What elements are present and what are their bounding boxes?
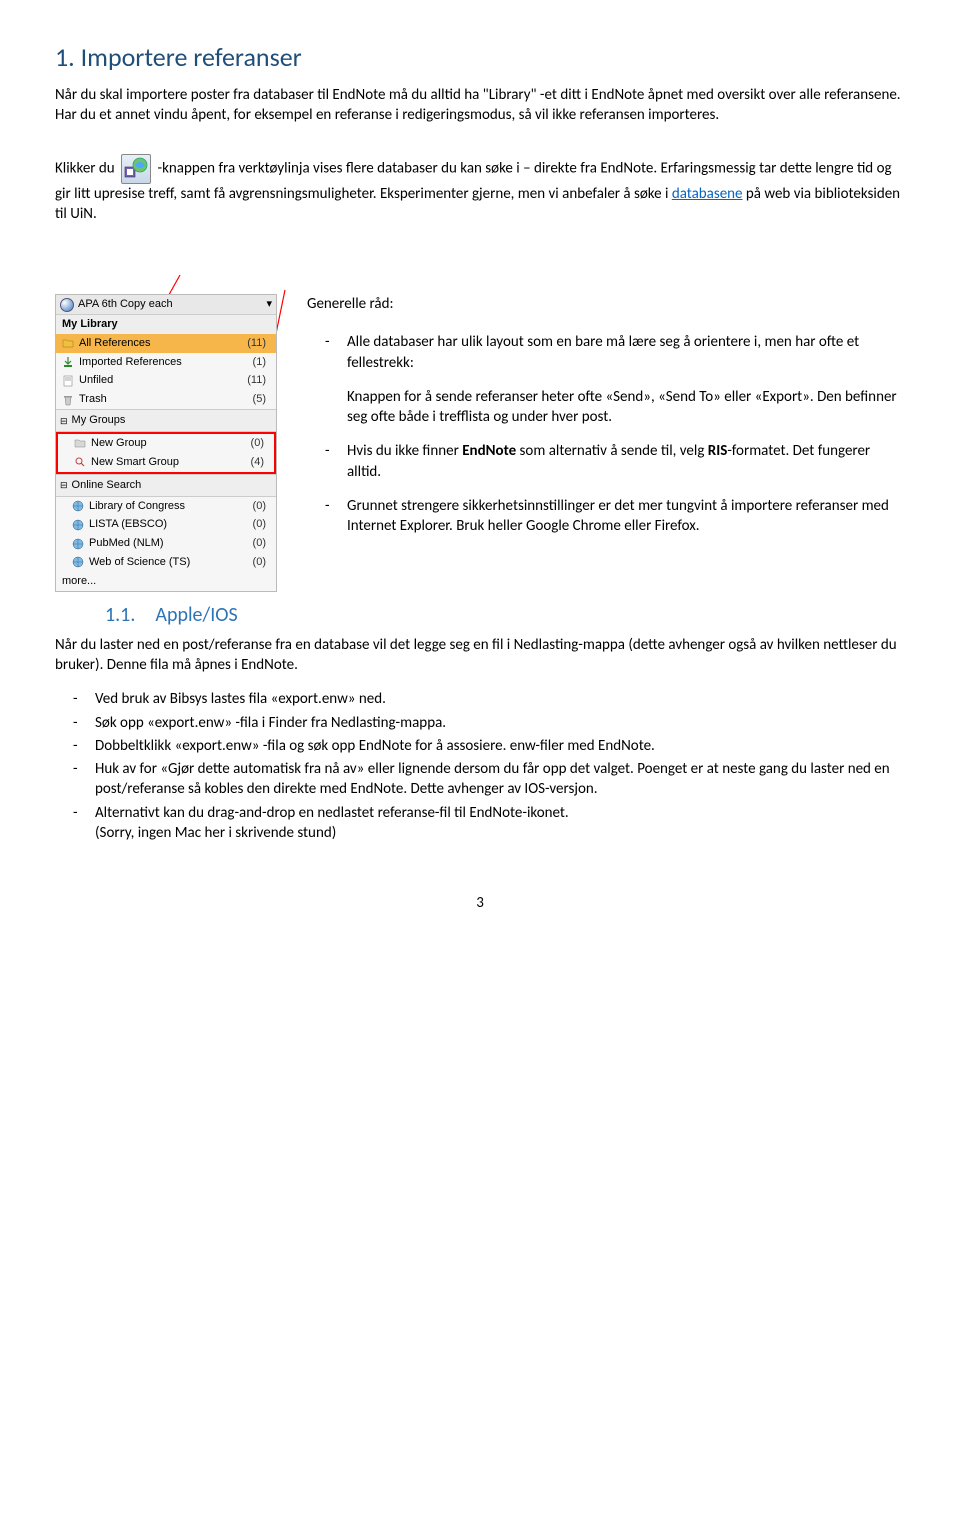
sidebar-item: All References(11)	[56, 334, 276, 353]
paragraph-2: Klikker du -knappen fra verktøylinja vis…	[55, 154, 905, 225]
sidebar-item: Trash(5)	[56, 390, 276, 409]
online-item: LISTA (EBSCO)(0)	[56, 515, 276, 534]
para2-a: Klikker du	[55, 159, 118, 177]
databases-link[interactable]: databasene	[672, 185, 743, 203]
apple-instructions-list: Ved bruk av Bibsys lastes fila «export.e…	[55, 689, 905, 843]
advice-1: Alle databaser har ulik layout som en ba…	[347, 332, 905, 427]
endnote-sidebar-screenshot: APA 6th Copy each ▾ My Library All Refer…	[55, 294, 277, 592]
heading-1-1: 1.1. Apple/IOS	[105, 602, 905, 629]
heading-1: 1. Importere referanser	[55, 40, 905, 75]
page-number: 3	[55, 893, 905, 913]
style-dropdown: APA 6th Copy each	[78, 297, 262, 312]
my-library-header: My Library	[56, 315, 276, 334]
online-item: Web of Science (TS)(0)	[56, 553, 276, 572]
list-item: Ved bruk av Bibsys lastes fila «export.e…	[95, 689, 905, 709]
group-item: New Group(0)	[58, 434, 274, 453]
general-advice-heading: Generelle råd:	[307, 294, 905, 314]
advice-3: Grunnet strengere sikkerhetsinnstillinge…	[347, 496, 905, 537]
more-link: more...	[56, 572, 276, 591]
online-item: PubMed (NLM)(0)	[56, 534, 276, 553]
paragraph-1: Når du skal importere poster fra databas…	[55, 85, 905, 126]
chevron-down-icon: ▾	[266, 297, 272, 312]
list-item: Huk av for «Gjør dette automatisk fra nå…	[95, 759, 905, 800]
online-search-header: ⊟Online Search	[56, 474, 276, 497]
list-item: Søk opp «export.enw» -fila i Finder fra …	[95, 713, 905, 733]
sidebar-item: Imported References(1)	[56, 353, 276, 372]
list-item: Alternativt kan du drag-and-drop en nedl…	[95, 803, 905, 844]
globe-small-icon	[60, 298, 74, 312]
advice-2: Hvis du ikke finner EndNote som alternat…	[347, 441, 905, 482]
apple-paragraph: Når du laster ned en post/referanse fra …	[55, 635, 905, 676]
group-item: New Smart Group(4)	[58, 453, 274, 472]
list-item: Dobbeltklikk «export.enw» -fila og søk o…	[95, 736, 905, 756]
online-item: Library of Congress(0)	[56, 497, 276, 516]
sidebar-item: Unfiled(11)	[56, 371, 276, 390]
my-groups-header: ⊟My Groups	[56, 409, 276, 432]
globe-button-icon	[121, 154, 151, 184]
